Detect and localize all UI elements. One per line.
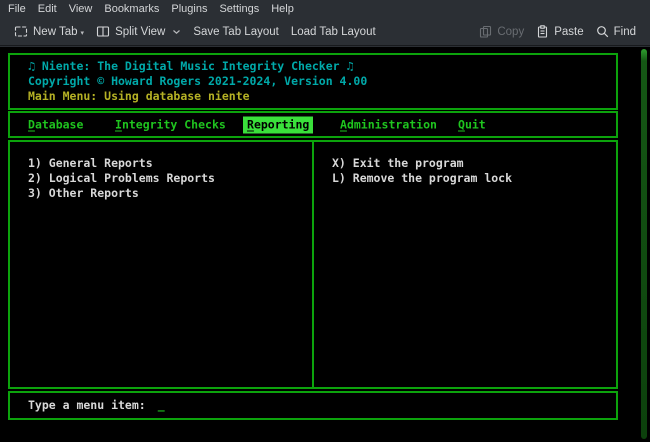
menu-view[interactable]: View xyxy=(63,1,99,17)
prompt-label: Type a menu item: xyxy=(28,398,146,413)
label: uit xyxy=(465,117,486,131)
tui-menu-administration[interactable]: Administration xyxy=(340,117,437,132)
panel-divider xyxy=(312,142,314,387)
chevron-down-icon xyxy=(172,29,181,35)
hotkey: A xyxy=(340,117,347,131)
menu-plugins[interactable]: Plugins xyxy=(165,1,213,17)
hotkey: D xyxy=(28,117,35,131)
text-cursor[interactable]: _ xyxy=(158,398,165,413)
load-tab-layout-label: Load Tab Layout xyxy=(291,26,376,38)
tui-menu-database[interactable]: Database xyxy=(28,117,83,132)
find-label: Find xyxy=(614,26,636,38)
tui-header-box: ♫ Niente: The Digital Music Integrity Ch… xyxy=(8,53,618,110)
label: eporting xyxy=(254,117,309,131)
label: dministration xyxy=(347,117,437,131)
menu-help[interactable]: Help xyxy=(265,1,300,17)
menubar: File Edit View Bookmarks Plugins Setting… xyxy=(0,0,650,18)
load-tab-layout-button[interactable]: Load Tab Layout xyxy=(285,23,382,41)
status-line: Main Menu: Using database niente xyxy=(28,89,616,104)
new-tab-icon xyxy=(14,25,28,38)
tui-prompt-box[interactable]: Type a menu item: _ xyxy=(8,391,618,420)
tui-menu-bar: Database Integrity Checks Reporting Admi… xyxy=(8,111,618,138)
split-view-label: Split View xyxy=(115,26,165,38)
save-tab-layout-label: Save Tab Layout xyxy=(193,26,278,38)
menu-edit[interactable]: Edit xyxy=(32,1,63,17)
report-options-list: 1) General Reports 2) Logical Problems R… xyxy=(28,156,215,201)
label: atabase xyxy=(35,117,83,131)
hotkey: R xyxy=(247,117,254,131)
copy-icon xyxy=(479,25,492,38)
find-button[interactable]: Find xyxy=(590,22,642,41)
window-chrome: File Edit View Bookmarks Plugins Setting… xyxy=(0,0,650,47)
search-icon xyxy=(596,25,609,38)
option-logical-problems-reports[interactable]: 2) Logical Problems Reports xyxy=(28,171,215,186)
option-general-reports[interactable]: 1) General Reports xyxy=(28,156,215,171)
hotkey: I xyxy=(115,117,122,131)
save-tab-layout-button[interactable]: Save Tab Layout xyxy=(187,23,284,41)
copy-label: Copy xyxy=(497,26,524,38)
app-title: ♫ Niente: The Digital Music Integrity Ch… xyxy=(28,59,616,74)
option-exit-program[interactable]: X) Exit the program xyxy=(332,156,512,171)
paste-button[interactable]: Paste xyxy=(530,22,589,41)
terminal-view[interactable]: ♫ Niente: The Digital Music Integrity Ch… xyxy=(0,47,650,442)
hotkey: Q xyxy=(458,117,465,131)
menu-settings[interactable]: Settings xyxy=(213,1,265,17)
toolbar: New Tab ▾ Split View Save Tab Layout Loa… xyxy=(0,18,650,46)
paste-icon xyxy=(536,25,549,38)
label: ntegrity Checks xyxy=(122,117,226,131)
new-tab-button[interactable]: New Tab ▾ xyxy=(8,22,90,41)
program-options-list: X) Exit the program L) Remove the progra… xyxy=(332,156,512,186)
new-tab-label: New Tab xyxy=(33,26,78,38)
copyright-line: Copyright © Howard Rogers 2021-2024, Ver… xyxy=(28,74,616,89)
tui-menu-reporting-selected[interactable]: Reporting xyxy=(243,116,313,133)
option-other-reports[interactable]: 3) Other Reports xyxy=(28,186,215,201)
tui-menu-integrity-checks[interactable]: Integrity Checks xyxy=(115,117,226,132)
tui-panels: 1) General Reports 2) Logical Problems R… xyxy=(8,140,618,389)
new-tab-menu-caret: ▾ xyxy=(81,29,85,37)
copy-button[interactable]: Copy xyxy=(473,22,530,41)
menu-file[interactable]: File xyxy=(2,1,32,17)
option-remove-lock[interactable]: L) Remove the program lock xyxy=(332,171,512,186)
split-view-button[interactable]: Split View xyxy=(90,22,187,41)
paste-label: Paste xyxy=(554,26,583,38)
terminal-scrollbar[interactable] xyxy=(641,49,647,439)
menu-bookmarks[interactable]: Bookmarks xyxy=(98,1,165,17)
split-view-icon xyxy=(96,25,110,38)
tui-menu-quit[interactable]: Quit xyxy=(458,117,486,132)
